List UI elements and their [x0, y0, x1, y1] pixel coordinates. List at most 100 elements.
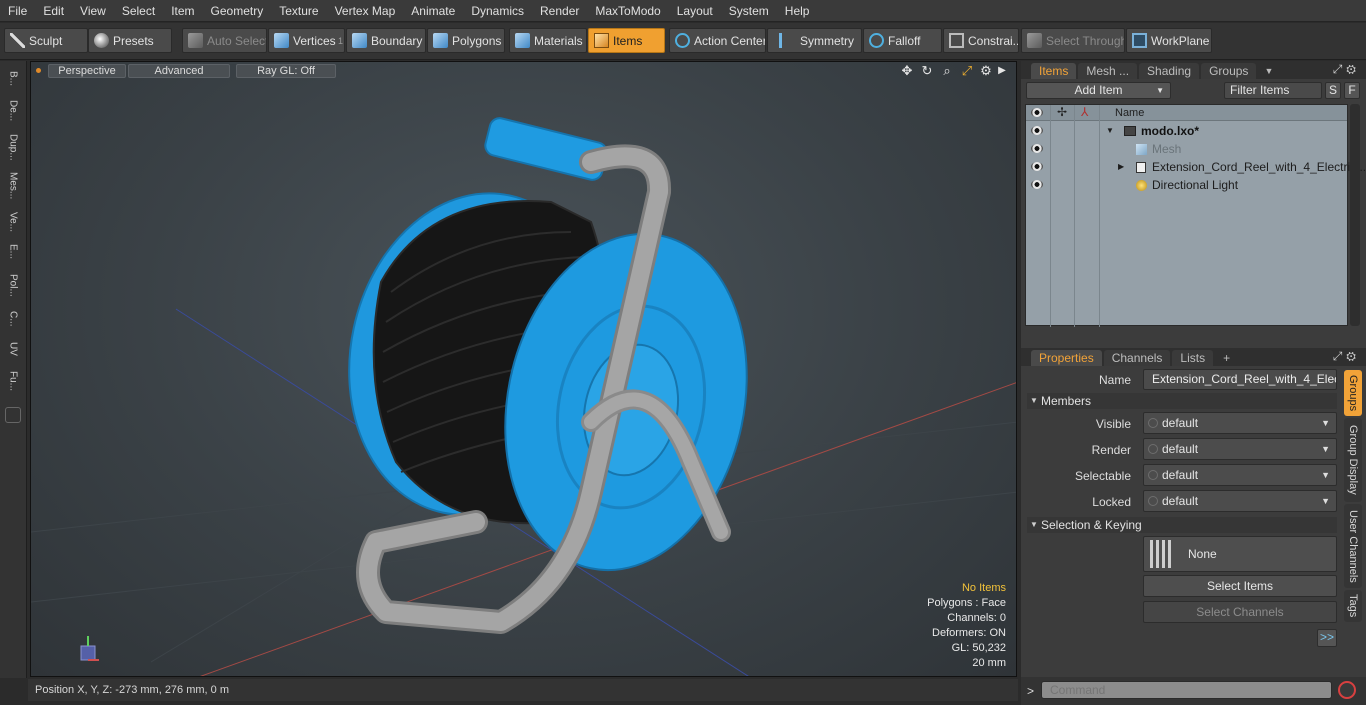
side-tab-groups[interactable]: Groups [1344, 370, 1362, 416]
rotate-view-icon[interactable]: ↻ [920, 64, 934, 78]
keyframe-dot-icon[interactable] [1148, 418, 1158, 428]
auto-select-button[interactable]: Auto Select [182, 28, 267, 53]
visibility-column-eye-icon[interactable] [1031, 108, 1043, 117]
left-tab-uv[interactable]: UV [3, 335, 23, 363]
locked-dropdown[interactable]: default ▼ [1143, 490, 1337, 512]
constraints-button[interactable]: Constrai... [943, 28, 1019, 53]
items-button[interactable]: Items [588, 28, 665, 53]
add-item-button[interactable]: Add Item ▼ [1026, 82, 1171, 99]
menu-help[interactable]: Help [777, 0, 818, 22]
left-tab-duplicate[interactable]: Dup... [3, 129, 23, 165]
sculpt-button[interactable]: Sculpt [4, 28, 88, 53]
name-column-header[interactable]: Name [1115, 105, 1144, 121]
item-row-light[interactable]: Directional Light [1026, 176, 1347, 194]
pan-move-icon[interactable]: ✥ [900, 64, 914, 78]
record-macro-icon[interactable] [1338, 681, 1356, 699]
3d-viewport[interactable]: Perspective Advanced Ray GL: Off ✥ ↻ ⌕ ⤢… [30, 61, 1017, 677]
vertices-button[interactable]: Vertices [268, 28, 345, 53]
left-tab-polygon[interactable]: Pol... [3, 267, 23, 303]
tab-groups[interactable]: Groups [1201, 63, 1257, 79]
boundary-button[interactable]: Boundary [346, 28, 426, 53]
viewport-settings-gear-icon[interactable]: ⚙ [979, 64, 993, 78]
menu-system[interactable]: System [721, 0, 777, 22]
more-options-button[interactable]: >> [1317, 629, 1337, 647]
select-items-button[interactable]: Select Items [1143, 575, 1337, 597]
symmetry-button[interactable]: Symmetry [767, 28, 862, 53]
panel-grip-icon[interactable] [1023, 63, 1029, 79]
expand-chevron-down-icon[interactable]: ▼ [1106, 122, 1114, 140]
keyframe-dot-icon[interactable] [1148, 496, 1158, 506]
shading-mode-button[interactable]: Advanced [128, 64, 230, 78]
visibility-eye-icon[interactable] [1031, 162, 1043, 171]
menu-layout[interactable]: Layout [669, 0, 721, 22]
zoom-search-icon[interactable]: ⌕ [940, 64, 954, 78]
tab-items[interactable]: Items [1031, 63, 1077, 79]
left-tab-basic[interactable]: B... [3, 65, 23, 93]
presets-button[interactable]: Presets [88, 28, 172, 53]
menu-select[interactable]: Select [114, 0, 163, 22]
perspective-view-button[interactable]: Perspective [48, 64, 126, 78]
viewport-expand-arrow-icon[interactable]: ▶ [995, 64, 1009, 78]
left-strip-toggle[interactable] [5, 407, 21, 423]
tabs-overflow-chevron-down-icon[interactable]: ▼ [1264, 63, 1273, 79]
menu-maxtomodo[interactable]: MaxToModo [587, 0, 668, 22]
tab-mesh[interactable]: Mesh ... [1078, 63, 1138, 79]
action-center-button[interactable]: Action Center [669, 28, 766, 53]
add-tab-plus-icon[interactable]: + [1215, 350, 1238, 366]
keyframe-dot-icon[interactable] [1148, 470, 1158, 480]
filter-f-button[interactable]: F [1344, 82, 1360, 99]
menu-vertex-map[interactable]: Vertex Map [327, 0, 404, 22]
menu-item[interactable]: Item [163, 0, 202, 22]
expand-chevron-right-icon[interactable]: ▶ [1118, 158, 1124, 176]
menu-edit[interactable]: Edit [35, 0, 72, 22]
left-tab-edge[interactable]: E... [3, 239, 23, 265]
side-tab-group-display[interactable]: Group Display [1344, 418, 1362, 502]
tab-channels[interactable]: Channels [1103, 350, 1171, 366]
lock-column-icon[interactable]: ✢ [1057, 105, 1067, 119]
render-column-icon[interactable]: ⅄ [1081, 105, 1088, 119]
fit-view-icon[interactable]: ⤢ [960, 64, 974, 78]
tab-shading[interactable]: Shading [1139, 63, 1200, 79]
left-tab-deform[interactable]: De... [3, 95, 23, 127]
command-input[interactable] [1041, 681, 1332, 699]
menu-view[interactable]: View [72, 0, 114, 22]
visible-dropdown[interactable]: default ▼ [1143, 412, 1337, 434]
panel-maximize-gear-icon[interactable]: ⤢⚙ [1333, 62, 1360, 77]
select-channels-button[interactable]: Select Channels [1143, 601, 1337, 623]
visibility-eye-icon[interactable] [1031, 126, 1043, 135]
panel-grip-icon[interactable] [1023, 350, 1029, 366]
none-selection-button[interactable]: None [1143, 536, 1337, 572]
selection-keying-section-header[interactable]: ▼ Selection & Keying [1027, 517, 1337, 533]
menu-texture[interactable]: Texture [271, 0, 326, 22]
left-tab-curve[interactable]: C... [3, 305, 23, 333]
item-row-mesh[interactable]: Mesh [1026, 140, 1347, 158]
viewport-menu-dot-icon[interactable] [36, 68, 41, 73]
menu-render[interactable]: Render [532, 0, 587, 22]
filter-s-button[interactable]: S [1325, 82, 1341, 99]
menu-animate[interactable]: Animate [403, 0, 463, 22]
falloff-button[interactable]: Falloff [863, 28, 942, 53]
raygl-button[interactable]: Ray GL: Off [236, 64, 336, 78]
menu-file[interactable]: File [0, 0, 35, 22]
side-tab-user-channels[interactable]: User Channels [1344, 504, 1362, 588]
filter-items-input[interactable]: Filter Items [1224, 82, 1322, 99]
items-tree-scrollbar[interactable] [1350, 104, 1360, 326]
menu-geometry[interactable]: Geometry [203, 0, 272, 22]
side-tab-tags[interactable]: Tags [1344, 590, 1362, 622]
render-dropdown[interactable]: default ▼ [1143, 438, 1337, 460]
tab-lists[interactable]: Lists [1172, 350, 1214, 366]
select-through-button[interactable]: Select Through [1021, 28, 1125, 53]
visibility-eye-icon[interactable] [1031, 180, 1043, 189]
visibility-eye-icon[interactable] [1031, 144, 1043, 153]
left-tab-vertex[interactable]: Ve... [3, 207, 23, 237]
tab-properties[interactable]: Properties [1031, 350, 1102, 366]
left-tab-mesh-edit[interactable]: Mes... [3, 167, 23, 205]
materials-button[interactable]: Materials [509, 28, 587, 53]
item-row-scene[interactable]: ▼ modo.lxo* [1026, 122, 1347, 140]
selectable-dropdown[interactable]: default ▼ [1143, 464, 1337, 486]
left-tab-fusion[interactable]: Fu... [3, 365, 23, 397]
keyframe-dot-icon[interactable] [1148, 444, 1158, 454]
workplane-button[interactable]: WorkPlane [1126, 28, 1212, 53]
polygons-button[interactable]: Polygons [427, 28, 505, 53]
item-row-group[interactable]: ▶ Extension_Cord_Reel_with_4_Electric... [1026, 158, 1366, 176]
